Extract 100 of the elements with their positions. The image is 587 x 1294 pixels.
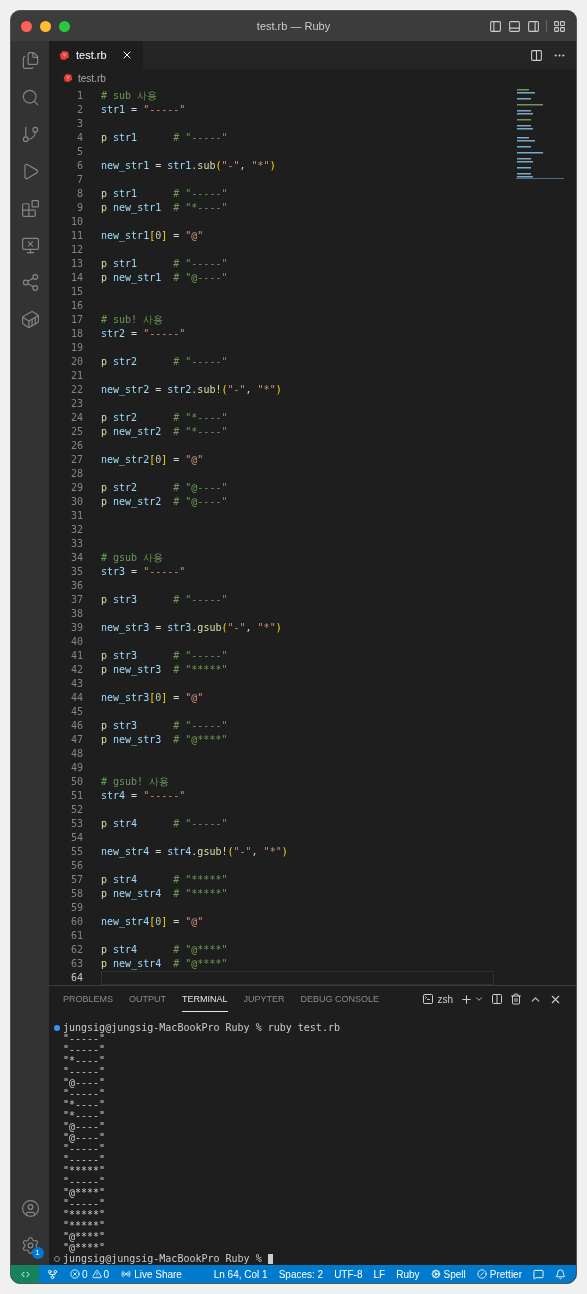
line-number: 50 <box>69 775 83 789</box>
breadcrumb-item[interactable]: test.rb <box>78 70 106 86</box>
code-token: str4 <box>112 818 139 829</box>
cursor-position[interactable]: Ln 64, Col 1 <box>213 1266 268 1282</box>
split-terminal-icon[interactable] <box>491 993 503 1005</box>
branch-icon[interactable] <box>47 1268 58 1280</box>
prettier-button[interactable]: Prettier <box>489 1266 522 1282</box>
settings-icon[interactable] <box>20 1236 40 1255</box>
line-number: 4 <box>75 131 83 145</box>
spell-button[interactable]: Spell <box>443 1266 466 1282</box>
search-icon[interactable] <box>20 88 40 107</box>
code-token: = <box>172 692 181 703</box>
code-token: # "*----" <box>173 426 228 437</box>
panel-tab[interactable]: PROBLEMS <box>63 986 113 1012</box>
zoom-window-button[interactable] <box>59 20 70 32</box>
panel-tab[interactable]: DEBUG CONSOLE <box>300 986 380 1012</box>
close-window-button[interactable] <box>21 20 32 32</box>
toggle-secondary-sidebar-icon[interactable] <box>527 19 540 33</box>
code-token: ) <box>269 160 276 171</box>
chevron-down-icon[interactable] <box>474 994 484 1004</box>
terminal-output: "-----" <box>63 1154 106 1165</box>
code-token: # "-----" <box>173 258 228 269</box>
code-token: # gsub 사용 <box>101 552 164 563</box>
code-token: str3 <box>112 650 139 661</box>
share-icon[interactable] <box>20 273 40 292</box>
notifications-icon[interactable] <box>555 1268 566 1280</box>
line-number: 12 <box>69 243 83 257</box>
line-number: 2 <box>75 103 83 117</box>
panel-tab[interactable]: JUPYTER <box>243 986 285 1012</box>
code-token: new_str3 <box>101 692 150 703</box>
line-number: 11 <box>69 229 83 243</box>
code-token: new_str2 <box>112 426 163 437</box>
toggle-panel-icon[interactable] <box>508 19 521 33</box>
terminal-output: "-----" <box>63 1033 106 1044</box>
code-token: new_str1 <box>101 160 150 171</box>
code-token: # "@----" <box>173 482 228 493</box>
code-token: str2 <box>112 482 139 493</box>
code-token: str3 <box>112 720 139 731</box>
feedback-icon[interactable] <box>533 1268 544 1280</box>
close-tab-icon[interactable] <box>121 49 133 61</box>
code-token: new_str1 <box>112 272 163 283</box>
code-token: p <box>101 272 108 283</box>
terminal-shell-label[interactable]: zsh <box>437 991 453 1007</box>
code-token: , <box>251 846 259 857</box>
code-token: = <box>154 846 163 857</box>
line-number: 32 <box>69 523 83 537</box>
code-token: p <box>101 888 108 899</box>
ruby-file-icon <box>59 49 70 61</box>
line-number: 8 <box>75 187 83 201</box>
line-ending[interactable]: LF <box>373 1266 386 1282</box>
code-token: "-" <box>233 846 252 857</box>
indentation[interactable]: Spaces: 2 <box>278 1266 324 1282</box>
code-token: . <box>191 846 198 857</box>
code-token: "-----" <box>143 790 186 801</box>
line-number: 40 <box>69 635 83 649</box>
code-token: p <box>101 734 108 745</box>
editor-tab[interactable]: test.rb <box>49 41 143 69</box>
line-number: 58 <box>69 887 83 901</box>
line-number: 60 <box>69 915 83 929</box>
code-token: new_str1 <box>101 230 150 241</box>
account-icon[interactable] <box>20 1199 40 1218</box>
line-number: 14 <box>69 271 83 285</box>
error-count[interactable]: 0 <box>82 1266 88 1282</box>
files-icon[interactable] <box>20 51 40 70</box>
line-number: 13 <box>69 257 83 271</box>
minimize-window-button[interactable] <box>40 20 51 32</box>
warning-count[interactable]: 0 <box>103 1266 110 1282</box>
code-token: str4 <box>112 874 139 885</box>
split-editor-icon[interactable] <box>530 48 543 62</box>
line-number: 7 <box>75 173 83 187</box>
code-token: "-" <box>227 384 246 395</box>
live-share-button[interactable]: Live Share <box>134 1266 182 1282</box>
toggle-sidebar-icon[interactable] <box>489 19 502 33</box>
code-token: str4 <box>101 790 126 801</box>
panel-tab[interactable]: OUTPUT <box>129 986 166 1012</box>
customize-layout-icon[interactable] <box>553 19 566 33</box>
code-token: # "@----" <box>173 272 228 283</box>
code-token: p <box>101 188 108 199</box>
code-token: "-" <box>221 160 240 171</box>
code-token: , <box>239 160 247 171</box>
line-number: 26 <box>69 439 83 453</box>
line-number: 37 <box>69 593 83 607</box>
new-terminal-icon[interactable] <box>460 992 473 1006</box>
trash-icon[interactable] <box>510 993 522 1005</box>
line-number: 43 <box>69 677 83 691</box>
line-number: 44 <box>69 691 83 705</box>
panel-tab[interactable]: TERMINAL <box>182 986 228 1012</box>
language-mode[interactable]: Ruby <box>396 1266 420 1282</box>
code-token: ( <box>221 384 228 395</box>
encoding[interactable]: UTF-8 <box>334 1266 363 1282</box>
remote-button[interactable] <box>11 1265 39 1283</box>
code-token: "*" <box>257 622 276 633</box>
line-number: 54 <box>69 831 83 845</box>
container-icon[interactable] <box>20 310 40 329</box>
code-token: # "-----" <box>173 188 228 199</box>
extensions-icon[interactable] <box>20 199 40 218</box>
code-token: # "*****" <box>173 664 228 675</box>
remote-explorer-icon[interactable] <box>20 236 40 255</box>
live-share-icon <box>121 1269 132 1279</box>
branch-icon[interactable] <box>20 125 40 144</box>
